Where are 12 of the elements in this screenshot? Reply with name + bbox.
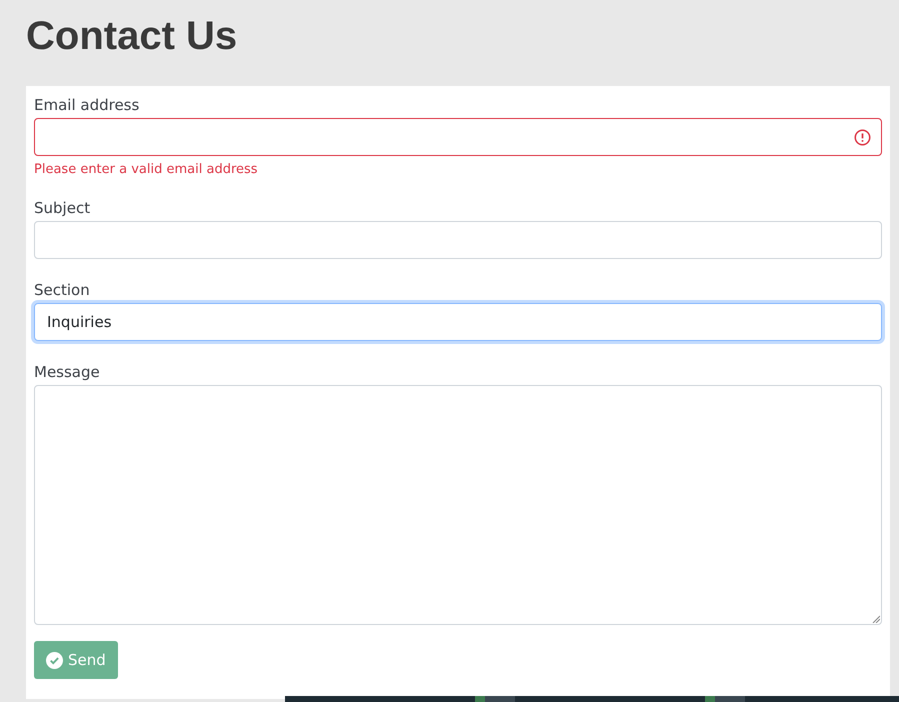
field-label: Email address (34, 95, 140, 116)
page-title: Contact Us (26, 13, 238, 60)
message-field[interactable] (34, 385, 882, 625)
input-field[interactable]: Inquiries (34, 303, 882, 341)
input-field[interactable] (34, 118, 882, 156)
field-label: Subject (34, 198, 92, 219)
error-message: Please enter a valid email address (34, 162, 259, 177)
resize-handle-icon[interactable] (872, 615, 880, 623)
error-icon (854, 128, 871, 146)
field-label: Message (34, 362, 101, 383)
check-circle-icon (46, 652, 63, 668)
field-label: Section (34, 280, 91, 301)
